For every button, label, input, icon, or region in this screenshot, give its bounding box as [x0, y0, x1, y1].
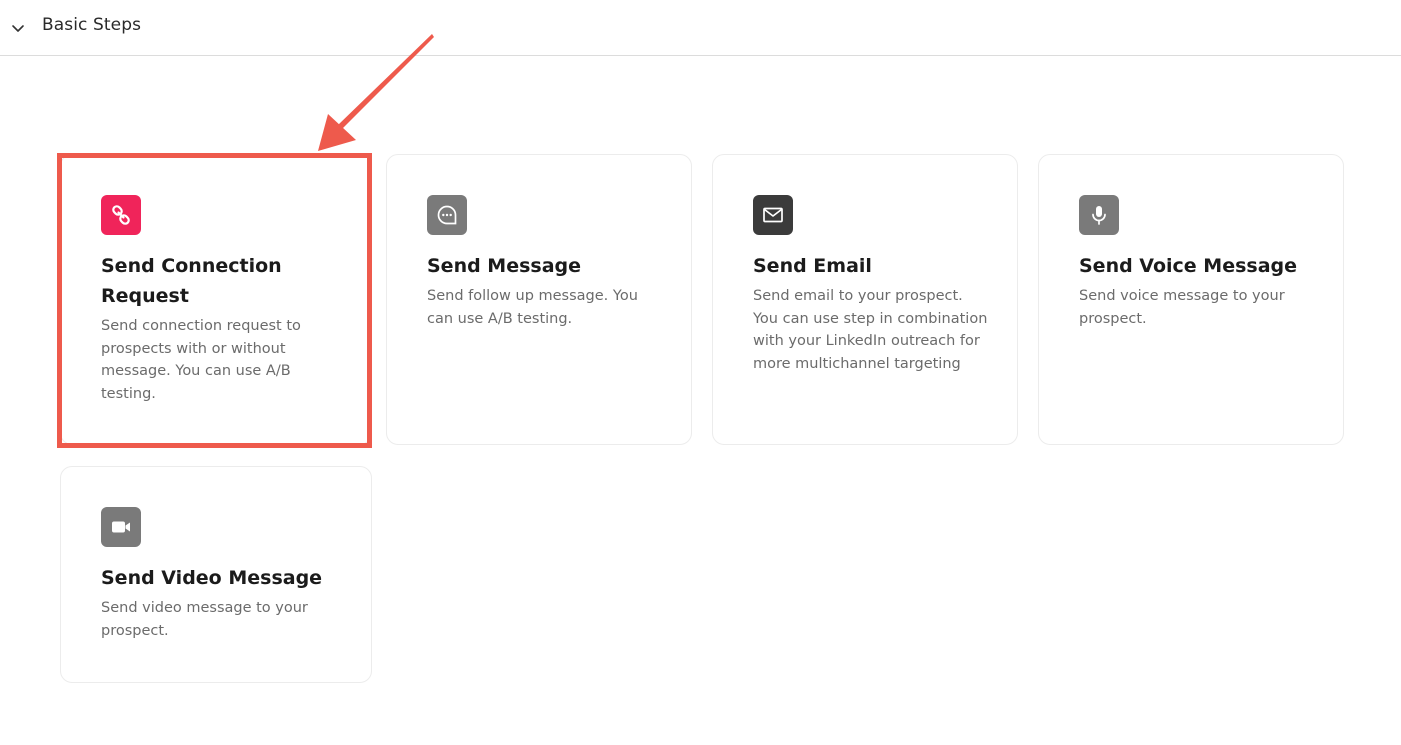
step-card-send-video-message[interactable]: Send Video Message Send video message to… [60, 466, 372, 683]
step-title: Send Email [753, 255, 872, 277]
step-description: Send follow up message. You can use A/B … [427, 288, 638, 327]
section-title[interactable]: Basic Steps [42, 15, 141, 35]
microphone-icon [1079, 195, 1119, 235]
step-title: Send Video Message [101, 567, 323, 589]
step-title: Send Connection Request [101, 255, 282, 307]
step-title: Send Voice Message [1079, 255, 1298, 277]
chevron-down-icon[interactable] [10, 20, 26, 36]
step-description: Send email to your prospect. You can use… [753, 288, 988, 372]
envelope-icon [753, 195, 793, 235]
step-card-send-message[interactable]: Send Message Send follow up message. You… [386, 154, 692, 445]
step-card-send-email[interactable]: Send Email Send email to your prospect. … [712, 154, 1018, 445]
chat-bubble-icon [427, 195, 467, 235]
video-camera-icon [101, 507, 141, 547]
step-description: Send voice message to your prospect. [1079, 288, 1285, 327]
step-card-send-connection-request[interactable]: Send Connection Request Send connection … [60, 154, 372, 445]
link-icon [101, 195, 141, 235]
step-title: Send Message [427, 255, 582, 277]
step-description: Send video message to your prospect. [101, 600, 308, 639]
page: Basic Steps Send Connection Request Send… [0, 0, 1401, 745]
step-card-send-voice-message[interactable]: Send Voice Message Send voice message to… [1038, 154, 1344, 445]
section-header: Basic Steps [0, 0, 1401, 56]
step-description: Send connection request to prospects wit… [101, 318, 301, 402]
